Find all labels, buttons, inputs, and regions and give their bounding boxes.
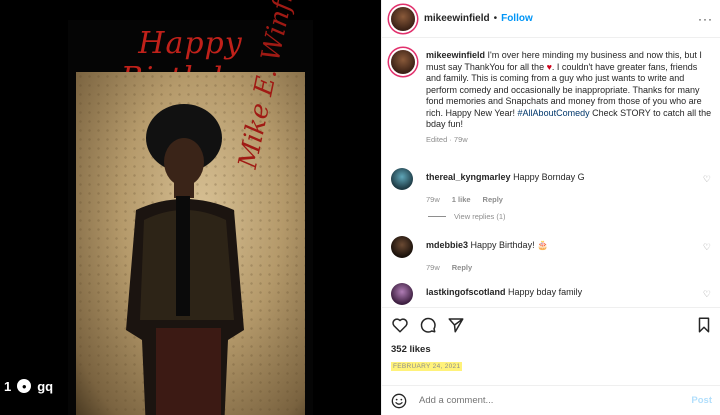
gq-logo: gq xyxy=(37,378,54,394)
birthday-poster: Happy Birthday Mike E. Winfield xyxy=(68,0,313,415)
comment-item: lastkingofscotland Happy bday family ♡ xyxy=(391,283,713,305)
comment-body: Happy Bornday G xyxy=(513,172,585,182)
separator-dot: • xyxy=(493,13,498,24)
comment-meta: 79w Reply xyxy=(426,263,713,272)
likes-count[interactable]: 352 likes xyxy=(391,344,431,355)
comment-reply-button[interactable]: Reply xyxy=(452,263,472,272)
comment-like-heart-icon[interactable]: ♡ xyxy=(703,174,711,185)
comment-time: 79w xyxy=(426,195,440,204)
commenter-avatar[interactable] xyxy=(391,168,413,190)
brand-mark-icon: 1 xyxy=(4,378,12,394)
post-actions-bar xyxy=(382,307,720,337)
replies-divider xyxy=(428,216,446,217)
emoji-icon[interactable] xyxy=(391,393,407,409)
follow-button[interactable]: Follow xyxy=(501,13,533,24)
caption-avatar[interactable] xyxy=(391,50,415,74)
caption-body: mikeewinfield I'm over here minding my b… xyxy=(426,50,713,145)
commenter-avatar[interactable] xyxy=(391,236,413,258)
comment-likes[interactable]: 1 like xyxy=(452,195,471,204)
post-comment-button[interactable]: Post xyxy=(691,395,712,406)
caption-username[interactable]: mikeewinfield xyxy=(426,50,485,60)
comment-like-heart-icon[interactable]: ♡ xyxy=(703,289,711,300)
post-caption: mikeewinfield I'm over here minding my b… xyxy=(391,50,713,145)
heart-icon[interactable] xyxy=(391,316,409,334)
comment-text: thereal_kyngmarley Happy Bornday G xyxy=(426,168,585,182)
commenter-avatar[interactable] xyxy=(391,283,413,305)
commenter-username[interactable]: lastkingofscotland xyxy=(426,287,506,297)
commenter-username[interactable]: mdebbie3 xyxy=(426,240,468,250)
caption-edited-time: Edited · 79w xyxy=(426,134,468,144)
comment-body: Happy Birthday! 🎂 xyxy=(470,240,549,250)
commenter-username[interactable]: thereal_kyngmarley xyxy=(426,172,511,182)
comment-time: 79w xyxy=(426,263,440,272)
comment-item: thereal_kyngmarley Happy Bornday G 79w 1… xyxy=(391,168,713,204)
author-avatar[interactable] xyxy=(391,6,415,31)
circle-logo-icon: ● xyxy=(17,379,32,393)
post-header: mikeewinfield • Follow ··· xyxy=(382,0,720,38)
more-options-icon[interactable]: ··· xyxy=(698,12,713,26)
comment-text: mdebbie3 Happy Birthday! 🎂 xyxy=(426,236,548,251)
media-footer: 1 ● gq xyxy=(0,377,53,395)
post-details-panel: mikeewinfield • Follow ··· mikeewinfield… xyxy=(381,0,720,415)
post-media[interactable]: Happy Birthday Mike E. Winfield 1 ● gq xyxy=(0,0,381,415)
comments-scroll-area[interactable]: mikeewinfield I'm over here minding my b… xyxy=(382,40,720,305)
comment-reply-button[interactable]: Reply xyxy=(483,195,503,204)
comment-like-heart-icon[interactable]: ♡ xyxy=(703,242,711,253)
caption-hashtag[interactable]: #AllAboutComedy xyxy=(518,108,590,118)
bookmark-icon[interactable] xyxy=(695,316,713,334)
view-replies-button[interactable]: View replies (1) xyxy=(428,212,506,221)
comment-icon[interactable] xyxy=(419,316,437,334)
post-date: FEBRUARY 24, 2021 xyxy=(391,362,463,371)
author-username[interactable]: mikeewinfield xyxy=(424,13,490,24)
comment-text: lastkingofscotland Happy bday family xyxy=(426,283,582,297)
share-icon[interactable] xyxy=(447,316,465,334)
comment-input[interactable] xyxy=(419,395,669,406)
comment-item: mdebbie3 Happy Birthday! 🎂 79w Reply ♡ xyxy=(391,236,713,272)
comment-body: Happy bday family xyxy=(508,287,583,297)
view-replies-label: View replies (1) xyxy=(454,212,506,221)
comment-meta: 79w 1 like Reply xyxy=(426,195,713,204)
add-comment-bar: Post xyxy=(382,385,720,415)
